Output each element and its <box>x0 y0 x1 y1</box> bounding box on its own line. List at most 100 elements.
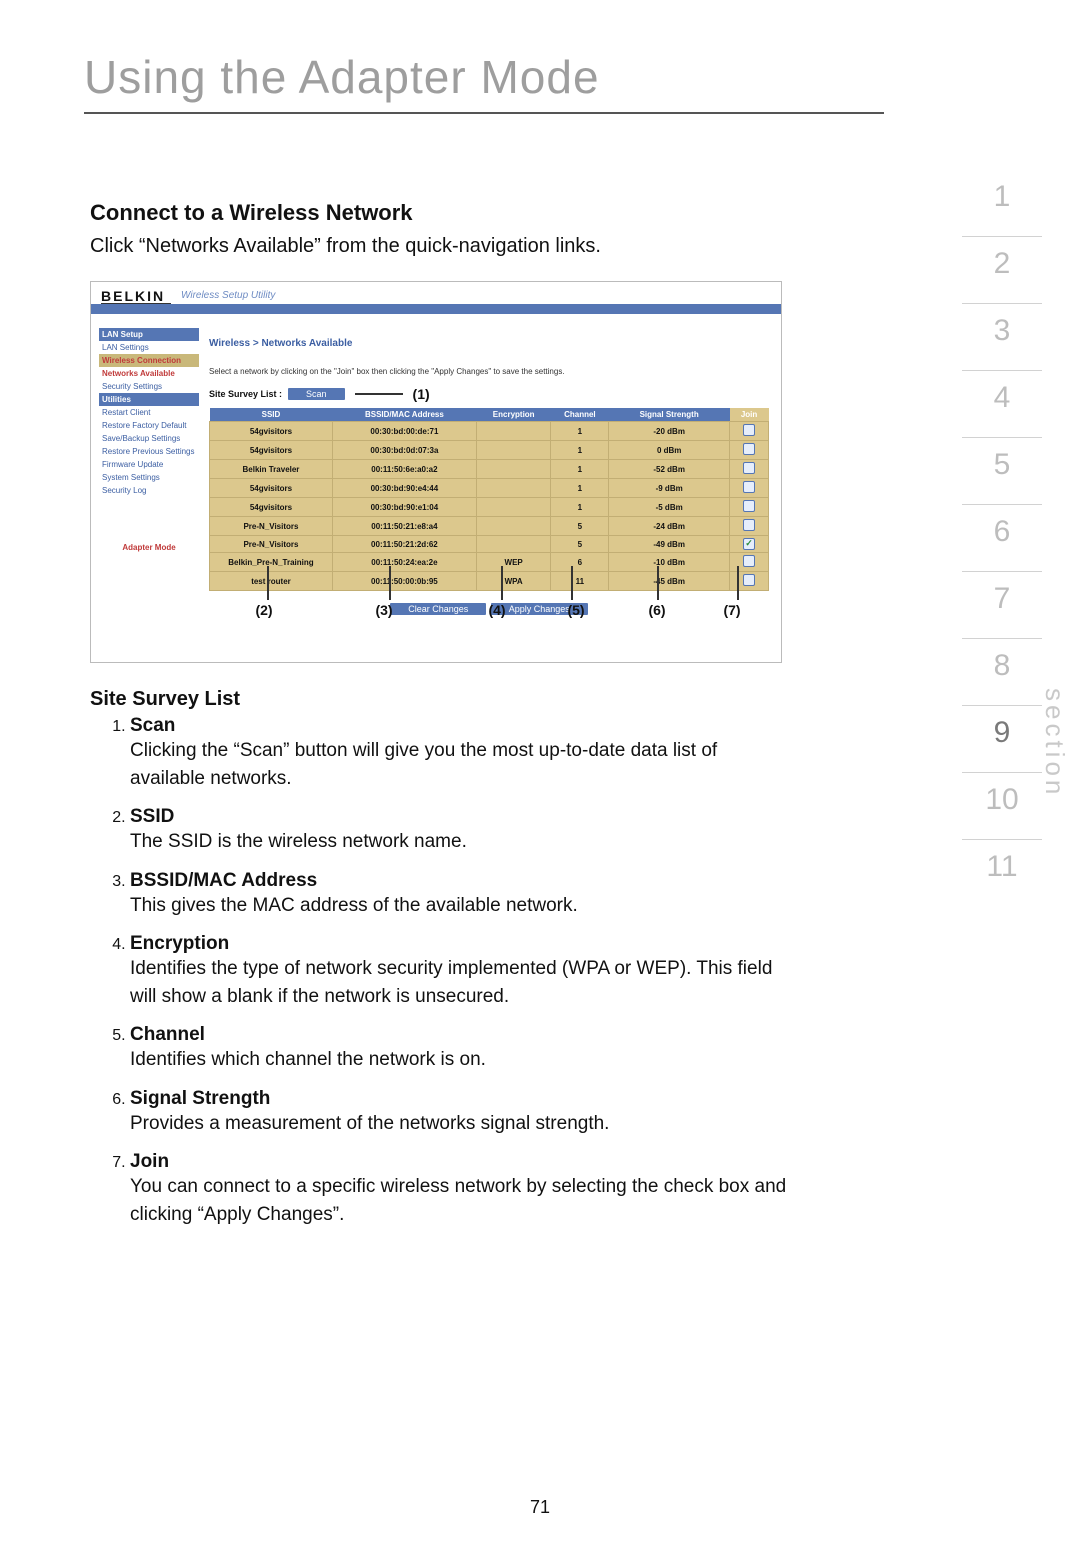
cell-mac: 00:30:bd:90:e1:04 <box>332 498 476 517</box>
cell-mac: 00:30:bd:90:e4:44 <box>332 479 476 498</box>
section-nav-8[interactable]: 8 <box>962 638 1042 705</box>
join-checkbox[interactable] <box>743 462 755 474</box>
cell-enc <box>476 498 551 517</box>
cell-ch: 1 <box>551 498 609 517</box>
nav-link-security-log[interactable]: Security Log <box>99 484 199 497</box>
cell-join <box>730 553 769 572</box>
section-nav-1[interactable]: 1 <box>962 180 1042 236</box>
cell-enc: WEP <box>476 553 551 572</box>
join-checkbox[interactable] <box>743 574 755 586</box>
cell-sig: -9 dBm <box>609 479 730 498</box>
nav-link-security-settings[interactable]: Security Settings <box>99 380 199 393</box>
page-number: 71 <box>0 1497 1080 1518</box>
nav-link-save-backup[interactable]: Save/Backup Settings <box>99 432 199 445</box>
cell-ssid: Pre-N_Visitors <box>210 517 333 536</box>
section-nav-9[interactable]: 9 <box>962 705 1042 772</box>
cell-ch: 1 <box>551 422 609 441</box>
join-checkbox[interactable] <box>743 519 755 531</box>
section-nav-3[interactable]: 3 <box>962 303 1042 370</box>
callout-4: (4) <box>449 602 545 618</box>
definition-desc: You can connect to a specific wireless n… <box>130 1176 786 1225</box>
section-nav-7[interactable]: 7 <box>962 571 1042 638</box>
cell-enc <box>476 441 551 460</box>
join-checkbox[interactable] <box>743 481 755 493</box>
cell-mac: 00:11:50:21:e8:a4 <box>332 517 476 536</box>
nav-link-restart-client[interactable]: Restart Client <box>99 406 199 419</box>
section-nav-6[interactable]: 6 <box>962 504 1042 571</box>
table-row: Belkin_Pre-N_Training00:11:50:24:ea:2eWE… <box>210 553 769 572</box>
definition-desc: Identifies the type of network security … <box>130 958 772 1007</box>
definitions-list: Scan Clicking the “Scan” button will give… <box>90 715 790 1228</box>
table-row: Pre-N_Visitors00:11:50:21:e8:a4 5-24 dBm <box>210 517 769 536</box>
site-survey-table: SSID BSSID/MAC Address Encryption Channe… <box>209 408 769 591</box>
definition-desc: Identifies which channel the network is … <box>130 1049 486 1070</box>
section-nav-4[interactable]: 4 <box>962 370 1042 437</box>
cell-sig: -20 dBm <box>609 422 730 441</box>
left-nav-column: LAN Setup LAN Settings Wireless Connecti… <box>99 328 199 552</box>
cell-sig: -5 dBm <box>609 498 730 517</box>
definition-desc: Provides a measurement of the networks s… <box>130 1113 609 1134</box>
header-links[interactable]: Home | Help | Logout <box>678 314 763 324</box>
definition-desc: This gives the MAC address of the availa… <box>130 895 578 916</box>
callout-line-7 <box>737 566 739 600</box>
nav-link-lan-settings[interactable]: LAN Settings <box>99 341 199 354</box>
table-row: 54gvisitors00:30:bd:90:e1:041-5 dBm <box>210 498 769 517</box>
cell-sig: -24 dBm <box>609 517 730 536</box>
col-ssid: SSID <box>210 408 333 422</box>
router-ui-screenshot: BELKIN Wireless Setup Utility Home | Hel… <box>90 281 782 663</box>
scan-button[interactable]: Scan <box>288 388 345 400</box>
table-row: 54gvisitors00:30:bd:90:e4:441-9 dBm <box>210 479 769 498</box>
section-nav-5[interactable]: 5 <box>962 437 1042 504</box>
col-enc: Encryption <box>476 408 551 422</box>
cell-mac: 00:30:bd:0d:07:3a <box>332 441 476 460</box>
brand-subtitle: Wireless Setup Utility <box>181 290 275 301</box>
cell-enc <box>476 536 551 553</box>
join-checkbox[interactable] <box>743 424 755 436</box>
adapter-mode-label: Adapter Mode <box>99 497 199 552</box>
nav-link-networks-available[interactable]: Networks Available <box>99 367 199 380</box>
cell-join <box>730 517 769 536</box>
col-sig: Signal Strength <box>609 408 730 422</box>
cell-sig: -10 dBm <box>609 553 730 572</box>
join-checkbox[interactable] <box>743 443 755 455</box>
cell-ch: 5 <box>551 517 609 536</box>
definition-term: Encryption <box>130 933 229 954</box>
cell-mac: 00:11:50:24:ea:2e <box>332 553 476 572</box>
nav-link-restore-previous[interactable]: Restore Previous Settings <box>99 445 199 458</box>
definition-term: Scan <box>130 715 175 736</box>
join-checkbox[interactable] <box>743 538 755 550</box>
nav-link-firmware[interactable]: Firmware Update <box>99 458 199 471</box>
cell-sig: 0 dBm <box>609 441 730 460</box>
cell-join <box>730 479 769 498</box>
callout-2: (2) <box>209 602 319 618</box>
callout-7: (7) <box>707 602 757 618</box>
cell-join <box>730 498 769 517</box>
definition-desc: The SSID is the wireless network name. <box>130 831 467 852</box>
section-nav-10[interactable]: 10 <box>962 772 1042 839</box>
instruction-text: Select a network by clicking on the "Joi… <box>209 367 769 376</box>
definition-term: BSSID/MAC Address <box>130 870 317 891</box>
callout-5: (5) <box>545 602 607 618</box>
cell-mac: 00:11:50:00:0b:95 <box>332 572 476 591</box>
nav-link-system-settings[interactable]: System Settings <box>99 471 199 484</box>
join-checkbox[interactable] <box>743 555 755 567</box>
cell-ssid: Pre-N_Visitors <box>210 536 333 553</box>
cell-enc <box>476 460 551 479</box>
cell-join <box>730 572 769 591</box>
section-nav-11[interactable]: 11 <box>962 839 1042 906</box>
cell-ch: 1 <box>551 460 609 479</box>
table-row: 54gvisitors00:30:bd:00:de:711-20 dBm <box>210 422 769 441</box>
title-rule <box>84 112 884 114</box>
definition-desc: Clicking the “Scan” button will give you… <box>130 740 717 789</box>
join-checkbox[interactable] <box>743 500 755 512</box>
nav-link-restore-factory[interactable]: Restore Factory Default <box>99 419 199 432</box>
definition-item: Encryption Identifies the type of network… <box>130 933 790 1010</box>
cell-enc <box>476 517 551 536</box>
cell-ch: 1 <box>551 441 609 460</box>
cell-enc: WPA <box>476 572 551 591</box>
cell-ssid: Belkin Traveler <box>210 460 333 479</box>
col-mac: BSSID/MAC Address <box>332 408 476 422</box>
callout-line-6 <box>657 566 659 600</box>
section-nav-2[interactable]: 2 <box>962 236 1042 303</box>
table-row: Belkin Traveler00:11:50:6e:a0:a21-52 dBm <box>210 460 769 479</box>
